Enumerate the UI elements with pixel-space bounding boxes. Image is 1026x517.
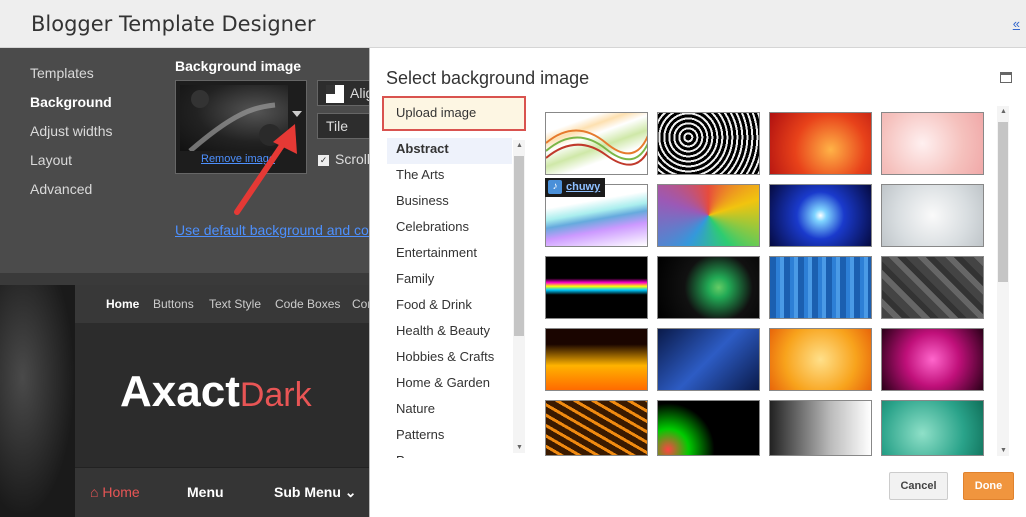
- preview-nav-item[interactable]: Buttons: [153, 297, 194, 311]
- collapse-link[interactable]: «: [1013, 16, 1020, 31]
- preview-background-texture: [0, 285, 75, 517]
- preview-menu-submenu-label: Sub Menu: [274, 484, 341, 500]
- template-designer-window: Blogger Template Designer « Templates Ba…: [0, 0, 1026, 517]
- tile-button[interactable]: Tile: [317, 113, 377, 139]
- align-icon: [326, 85, 344, 104]
- align-button[interactable]: Align: [317, 80, 377, 106]
- logo-accent: Dark: [239, 376, 312, 414]
- scroll-down-icon[interactable]: ▼: [1000, 447, 1007, 454]
- background-tile[interactable]: [545, 400, 648, 456]
- sidebar-item-advanced[interactable]: Advanced: [30, 181, 92, 197]
- chevron-down-icon: ⌄: [344, 484, 357, 500]
- category-patterns[interactable]: Patterns: [387, 424, 512, 450]
- preview-menu-menu[interactable]: Menu: [187, 484, 224, 500]
- background-tile[interactable]: [769, 328, 872, 391]
- select-background-dialog: Select background image Upload image Abs…: [369, 48, 1026, 517]
- attribution-name[interactable]: chuwy: [566, 181, 600, 193]
- scroll-checkbox[interactable]: ✓: [318, 154, 329, 166]
- preview-nav-item[interactable]: Code Boxes: [275, 297, 340, 311]
- scroll-option[interactable]: ✓ Scroll: [318, 151, 370, 167]
- sidebar-item-adjust-widths[interactable]: Adjust widths: [30, 123, 112, 139]
- tile-label: Tile: [326, 118, 349, 134]
- background-tile[interactable]: [657, 256, 760, 319]
- image-grid-scrollbar[interactable]: ▲ ▼: [997, 106, 1009, 456]
- background-tile[interactable]: [881, 400, 984, 456]
- scroll-label: Scroll: [335, 151, 371, 167]
- background-tile[interactable]: [769, 112, 872, 175]
- preview-menu-home[interactable]: ⌂ Home: [90, 484, 140, 500]
- preview-top-nav: Home Buttons Text Style Code Boxes Con: [75, 285, 374, 323]
- category-persons[interactable]: Persons: [387, 450, 512, 458]
- category-health-beauty[interactable]: Health & Beauty: [387, 320, 512, 346]
- background-tile[interactable]: [769, 400, 872, 456]
- category-abstract[interactable]: Abstract: [387, 138, 512, 164]
- done-button[interactable]: Done: [963, 472, 1014, 500]
- author-icon: ♪: [548, 180, 562, 194]
- background-image-heading: Background image: [175, 58, 302, 74]
- title-bar: Blogger Template Designer «: [0, 0, 1026, 48]
- background-tile[interactable]: [657, 184, 760, 247]
- background-tile[interactable]: [881, 256, 984, 319]
- category-hobbies-crafts[interactable]: Hobbies & Crafts: [387, 346, 512, 372]
- blog-preview: Home Buttons Text Style Code Boxes Con A…: [0, 285, 374, 517]
- sidebar-item-background[interactable]: Background: [30, 94, 112, 110]
- attribution-badge[interactable]: ♪ chuwy: [545, 178, 606, 197]
- chevron-down-icon[interactable]: [292, 111, 302, 117]
- sidebar-item-layout[interactable]: Layout: [30, 152, 72, 168]
- category-scroll-thumb[interactable]: [514, 156, 524, 336]
- background-tile[interactable]: [769, 256, 872, 319]
- preview-menu-bar: ⌂ Home Menu Sub Menu ⌄: [75, 467, 370, 517]
- category-family[interactable]: Family: [387, 268, 512, 294]
- background-tile[interactable]: [545, 112, 648, 175]
- dialog-title: Select background image: [386, 68, 590, 88]
- cancel-button[interactable]: Cancel: [889, 472, 948, 500]
- blog-logo: AxactDark: [120, 367, 312, 417]
- scroll-up-icon[interactable]: ▲: [516, 142, 523, 149]
- annotation-arrow-icon: [234, 124, 297, 215]
- logo-main: Axact: [120, 367, 240, 416]
- category-celebrations[interactable]: Celebrations: [387, 216, 512, 242]
- category-the-arts[interactable]: The Arts: [387, 164, 512, 190]
- default-background-link[interactable]: Use default background and colour: [175, 222, 392, 238]
- category-entertainment[interactable]: Entertainment: [387, 242, 512, 268]
- background-tile[interactable]: [545, 328, 648, 391]
- background-tile[interactable]: [881, 112, 984, 175]
- sidebar-item-templates[interactable]: Templates: [30, 65, 94, 81]
- preview-nav-item[interactable]: Text Style: [209, 297, 261, 311]
- scroll-down-icon[interactable]: ▼: [516, 444, 523, 451]
- upload-image-button[interactable]: Upload image: [382, 96, 526, 131]
- preview-nav-item[interactable]: Home: [106, 297, 139, 311]
- background-tile[interactable]: [657, 112, 760, 175]
- app-title: Blogger Template Designer: [31, 12, 316, 36]
- preview-menu-home-label: Home: [102, 484, 140, 500]
- category-home-garden[interactable]: Home & Garden: [387, 372, 512, 398]
- category-business[interactable]: Business: [387, 190, 512, 216]
- scroll-up-icon[interactable]: ▲: [1000, 108, 1007, 115]
- background-tile[interactable]: [881, 184, 984, 247]
- image-grid-scroll-thumb[interactable]: [998, 122, 1008, 282]
- preview-menu-submenu[interactable]: Sub Menu ⌄: [274, 484, 357, 501]
- background-tile[interactable]: [881, 328, 984, 391]
- category-scrollbar[interactable]: ▲ ▼: [513, 140, 525, 453]
- maximize-icon[interactable]: [1000, 72, 1012, 83]
- category-nature[interactable]: Nature: [387, 398, 512, 424]
- category-list: Abstract The Arts Business Celebrations …: [387, 138, 512, 458]
- home-icon: ⌂: [90, 484, 103, 500]
- category-food-drink[interactable]: Food & Drink: [387, 294, 512, 320]
- background-tile[interactable]: [657, 400, 760, 456]
- background-tile[interactable]: [769, 184, 872, 247]
- background-tile[interactable]: [545, 256, 648, 319]
- background-tile[interactable]: [657, 328, 760, 391]
